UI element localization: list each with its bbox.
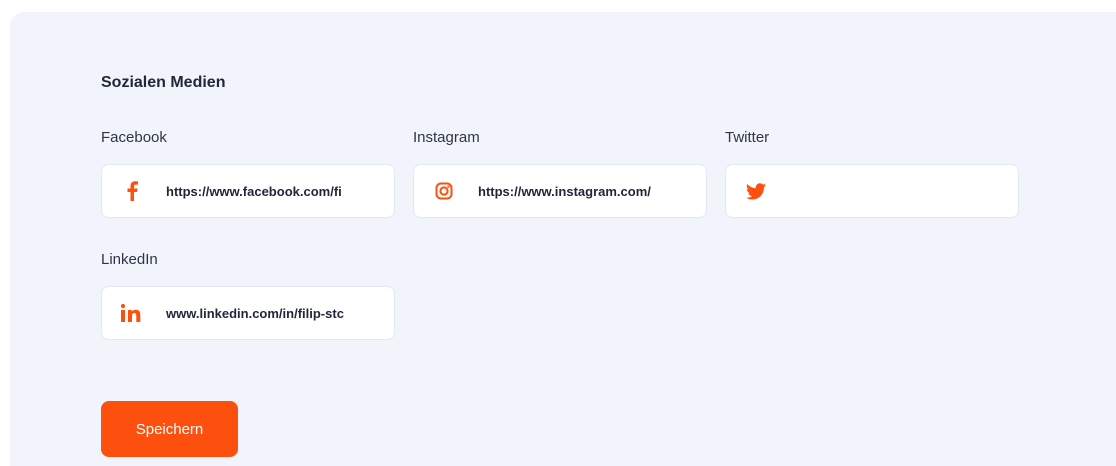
twitter-field[interactable]: [725, 164, 1019, 218]
facebook-icon: [120, 179, 144, 203]
twitter-input[interactable]: [790, 179, 1002, 203]
twitter-label: Twitter: [725, 129, 770, 146]
instagram-field[interactable]: [413, 164, 707, 218]
social-media-panel: Sozialen Medien Facebook Instagram Twitt…: [10, 12, 1116, 466]
linkedin-icon: [120, 301, 144, 325]
linkedin-label: LinkedIn: [101, 251, 158, 268]
facebook-label: Facebook: [101, 129, 167, 146]
linkedin-input[interactable]: [166, 301, 378, 325]
facebook-field[interactable]: [101, 164, 395, 218]
instagram-input[interactable]: [478, 179, 690, 203]
twitter-icon: [744, 179, 768, 203]
section-title: Sozialen Medien: [101, 74, 226, 91]
linkedin-field[interactable]: [101, 286, 395, 340]
instagram-label: Instagram: [413, 129, 480, 146]
save-button[interactable]: Speichern: [101, 401, 238, 457]
facebook-input[interactable]: [166, 179, 378, 203]
instagram-icon: [432, 179, 456, 203]
